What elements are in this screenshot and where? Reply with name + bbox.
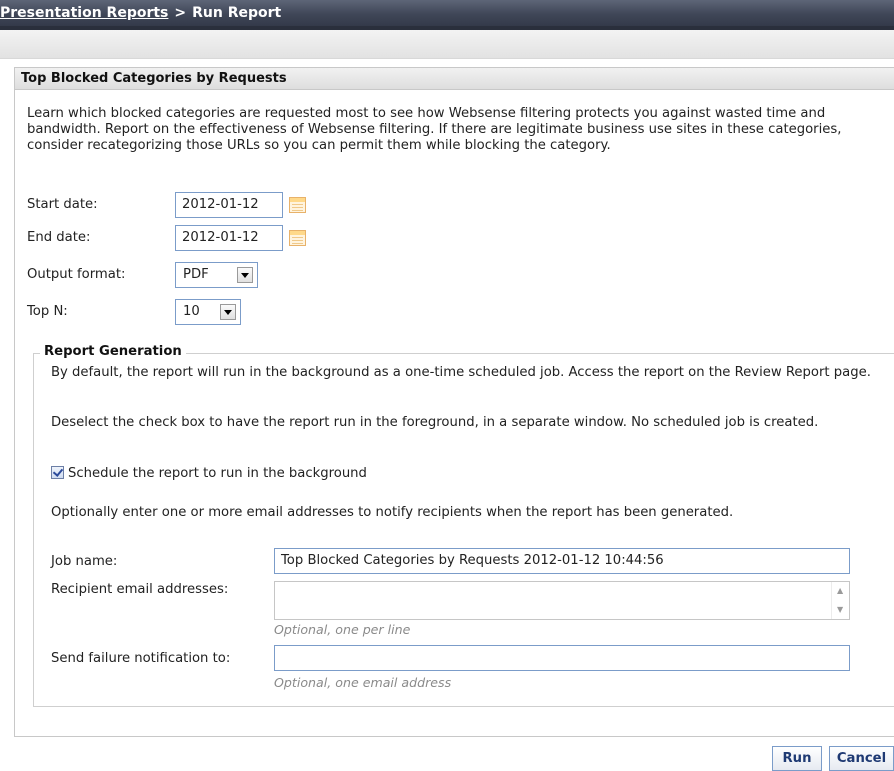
end-date-input[interactable]: 2012-01-12 [175, 225, 283, 251]
schedule-background-label[interactable]: Schedule the report to run in the backgr… [68, 466, 367, 481]
run-button[interactable]: Run [772, 746, 822, 771]
background-info-text: By default, the report will run in the b… [51, 365, 871, 380]
title-bar: Presentation Reports > Run Report [0, 0, 894, 30]
end-date-label: End date: [27, 230, 91, 245]
top-n-label: Top N: [27, 304, 68, 319]
scroll-up-icon[interactable]: ▲ [837, 587, 843, 595]
report-description: Learn which blocked categories are reque… [27, 106, 842, 153]
top-n-select[interactable]: 10 [175, 299, 241, 325]
report-generation-fieldset: Report Generation By default, the report… [33, 344, 894, 707]
recipient-emails-hint: Optional, one per line [274, 622, 411, 637]
schedule-background-option[interactable]: Schedule the report to run in the backgr… [51, 466, 367, 481]
failure-notification-hint: Optional, one email address [274, 675, 452, 690]
toolbar-strip [0, 30, 894, 59]
textarea-scrollbar[interactable]: ▲ ▼ [831, 582, 849, 619]
start-date-input[interactable]: 2012-01-12 [175, 192, 283, 218]
job-name-input[interactable]: Top Blocked Categories by Requests 2012-… [274, 548, 850, 574]
failure-notification-label: Send failure notification to: [51, 651, 231, 666]
calendar-icon[interactable] [289, 197, 306, 213]
panel-title: Top Blocked Categories by Requests [15, 68, 894, 90]
start-date-label: Start date: [27, 197, 98, 212]
top-n-value: 10 [183, 304, 200, 319]
report-panel: Top Blocked Categories by Requests Learn… [14, 67, 894, 737]
output-format-select[interactable]: PDF [175, 262, 258, 288]
schedule-background-checkbox[interactable] [51, 466, 64, 479]
foreground-info-text: Deselect the check box to have the repor… [51, 415, 819, 430]
job-name-label: Job name: [51, 554, 118, 569]
breadcrumb-current: Run Report [192, 5, 282, 21]
chevron-down-icon[interactable] [220, 304, 236, 320]
cancel-button[interactable]: Cancel [829, 746, 894, 771]
recipient-emails-label: Recipient email addresses: [51, 582, 229, 597]
report-generation-legend: Report Generation [40, 344, 186, 359]
output-format-value: PDF [183, 267, 209, 282]
chevron-down-icon[interactable] [237, 267, 253, 283]
output-format-label: Output format: [27, 267, 126, 282]
recipient-emails-textarea[interactable]: ▲ ▼ [274, 581, 850, 620]
notify-info-text: Optionally enter one or more email addre… [51, 505, 734, 520]
scroll-down-icon[interactable]: ▼ [837, 606, 843, 614]
breadcrumb-separator: > [174, 5, 187, 21]
breadcrumb-presentation-reports-link[interactable]: Presentation Reports [0, 5, 168, 21]
calendar-icon[interactable] [289, 230, 306, 246]
failure-notification-input[interactable] [274, 645, 850, 671]
